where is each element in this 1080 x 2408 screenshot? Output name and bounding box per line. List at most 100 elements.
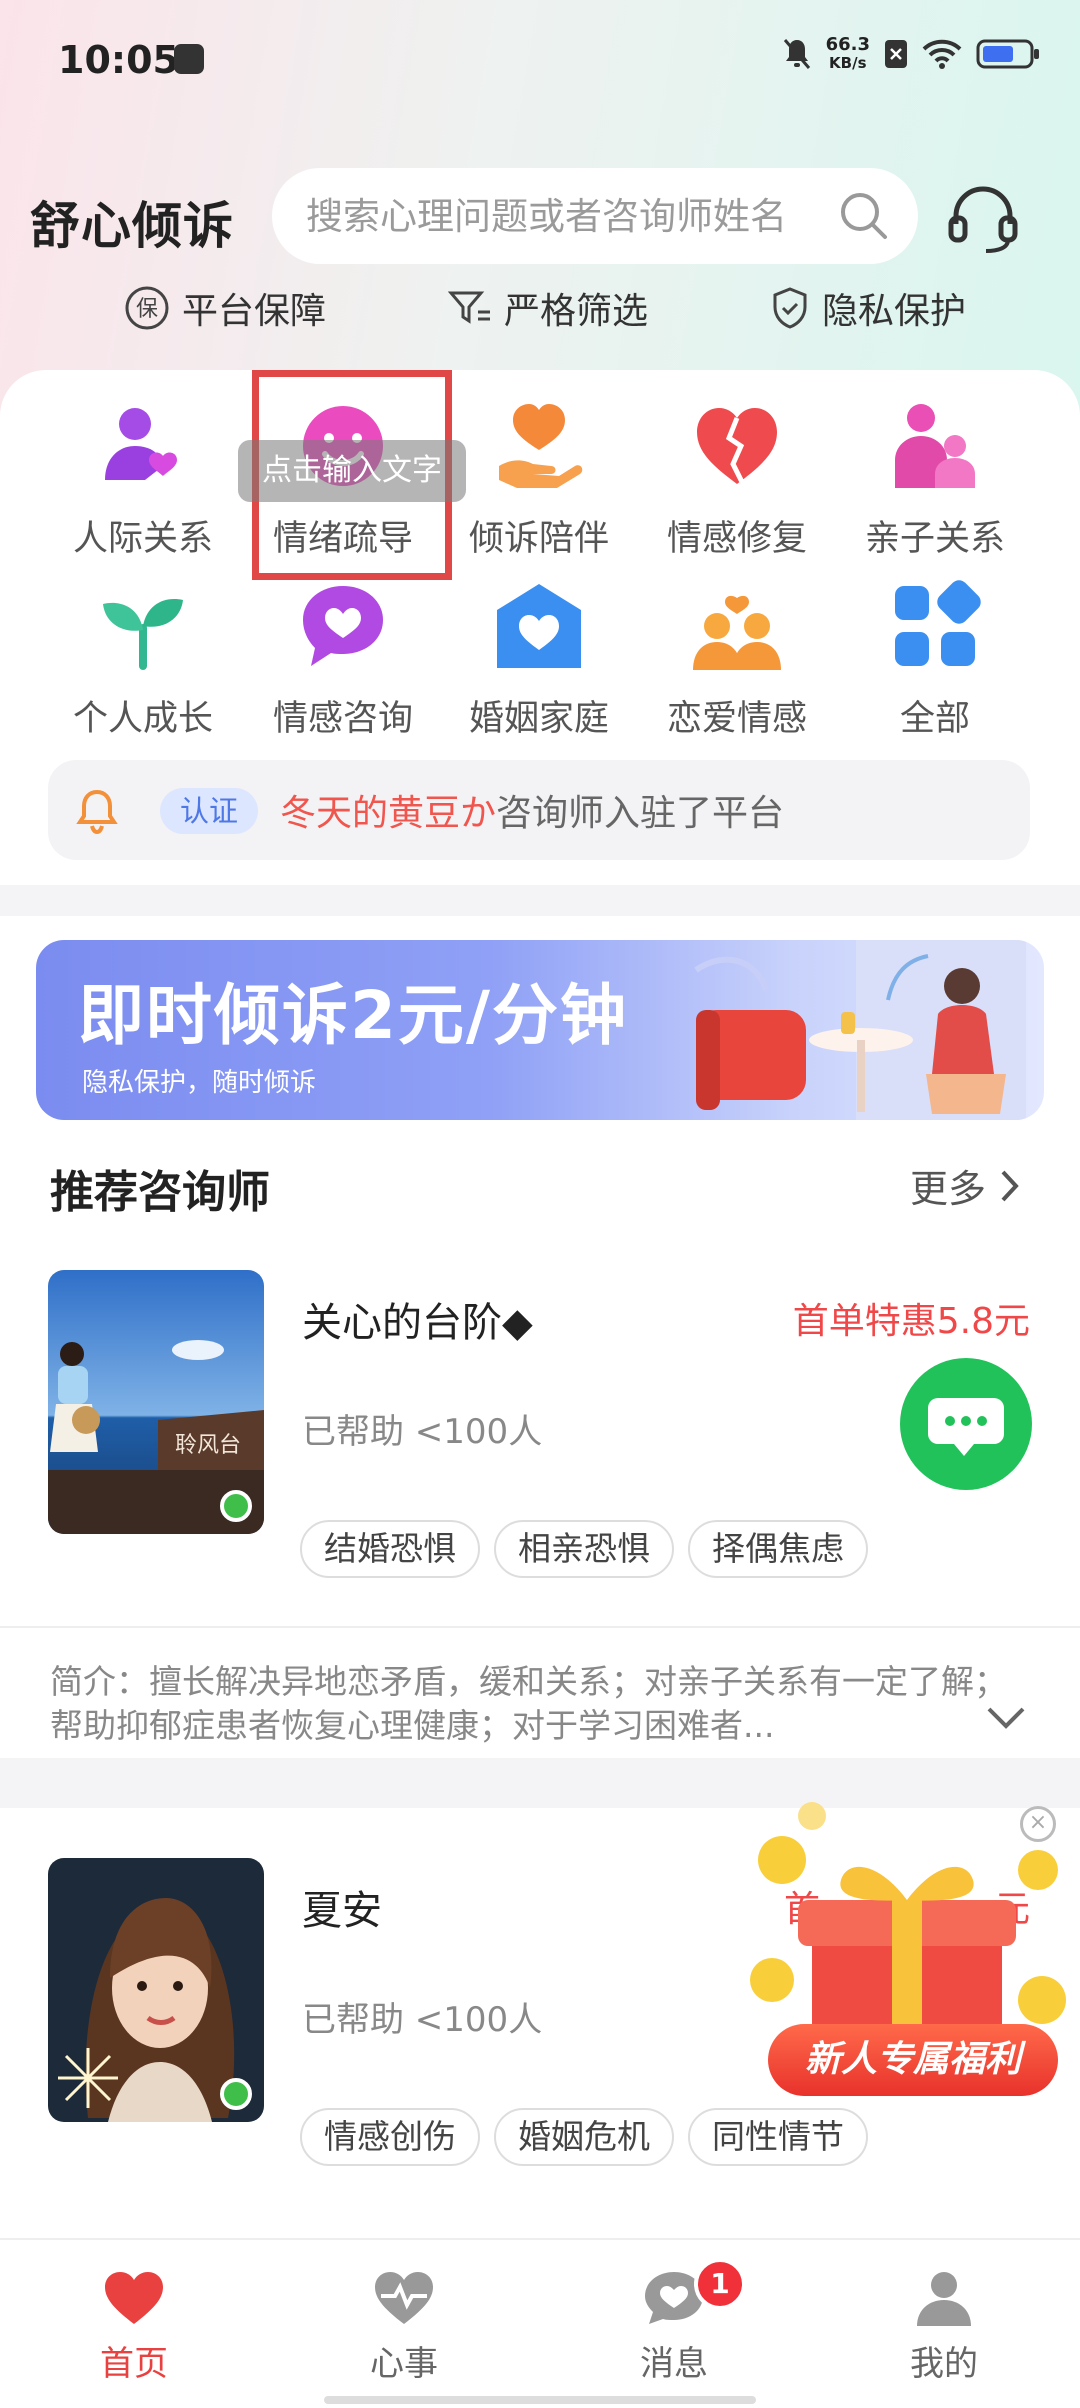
wifi-icon <box>922 39 962 69</box>
customer-service-icon[interactable] <box>946 184 1020 256</box>
card-divider <box>0 1626 1080 1628</box>
category-label: 全部 <box>899 699 970 739</box>
bell-icon <box>76 789 118 834</box>
counselor-tags: 情感创伤 婚姻危机 同性情节 <box>300 2108 868 2166</box>
shield-icon <box>773 287 807 329</box>
new-user-gift-label[interactable]: 新人专属福利 <box>768 2024 1058 2096</box>
status-time: 10:05 <box>58 38 179 82</box>
more-link[interactable]: 更多 <box>910 1158 1020 1213</box>
category-companionship[interactable]: 倾诉陪伴 <box>444 400 634 561</box>
people-heart-icon <box>105 408 177 480</box>
chevron-down-icon[interactable] <box>986 1706 1026 1730</box>
category-label: 情感咨询 <box>272 699 413 739</box>
chevron-right-icon <box>1001 1170 1019 1201</box>
search-input[interactable] <box>306 168 826 264</box>
counselor-intro: 简介：擅长解决异地恋矛盾，缓和关系；对亲子关系有一定了解；帮助抑郁症患者恢复心理… <box>50 1662 1007 1745</box>
person-icon <box>917 2272 971 2326</box>
category-marriage-family[interactable]: 婚姻家庭 <box>444 580 634 741</box>
category-emotional-repair[interactable]: 情感修复 <box>642 400 832 561</box>
category-label: 个人成长 <box>72 699 213 739</box>
net-speed-unit: KB/s <box>829 54 867 72</box>
chat-bubble-icon <box>928 1398 1004 1456</box>
category-interpersonal[interactable]: 人际关系 <box>48 400 238 561</box>
app-screen: 10:05 66.3KB/s 舒心倾诉 保 平台保障 严格筛选 隐私保 <box>0 0 1080 2408</box>
guarantee-badge-icon: 保 <box>125 286 169 330</box>
tab-profile[interactable]: 我的 <box>844 2270 1044 2385</box>
announcement-message: 咨询师入驻了平台 <box>496 793 785 834</box>
specialty-tag: 婚姻危机 <box>494 2108 674 2166</box>
guarantee-filter: 严格筛选 <box>448 282 648 334</box>
specialty-tag: 同性情节 <box>688 2108 868 2166</box>
tab-mind[interactable]: 心事 <box>304 2270 504 2385</box>
category-all[interactable]: 全部 <box>840 580 1030 741</box>
announcement-counselor-name: 冬天的黄豆か <box>280 793 497 834</box>
heart-hand-icon <box>499 404 583 488</box>
counselor-avatar[interactable] <box>48 1858 264 2122</box>
sim-off-icon <box>885 40 907 68</box>
guarantee-label: 隐私保护 <box>822 291 967 332</box>
helped-count: 已帮助 <100人 <box>302 2000 543 2040</box>
certified-badge: 认证 <box>160 788 258 834</box>
guarantee-privacy: 隐私保护 <box>770 282 966 334</box>
input-text-tooltip: 点击输入文字 <box>238 440 466 502</box>
home-indicator[interactable] <box>324 2396 756 2404</box>
banner-subtitle: 隐私保护，随时倾诉 <box>82 1068 317 1098</box>
top-header: 舒心倾诉 <box>0 160 1080 270</box>
counselor-avatar[interactable]: 聆风台 <box>48 1270 264 1534</box>
tab-home[interactable]: 首页 <box>34 2270 234 2385</box>
svg-text:保: 保 <box>136 297 158 322</box>
more-label: 更多 <box>909 1167 986 1211</box>
status-bar: 10:05 66.3 KB/s <box>0 0 1080 120</box>
gift-close-button[interactable]: × <box>1020 1806 1056 1842</box>
filter-icon <box>448 291 490 324</box>
announcement-text: 冬天的黄豆か咨询师入驻了平台 <box>280 784 784 836</box>
heart-icon <box>105 2272 163 2324</box>
recommend-title: 推荐咨询师 <box>50 1167 270 1218</box>
specialty-tag: 择偶焦虑 <box>688 1520 868 1578</box>
heart-chat-icon <box>303 586 383 666</box>
search-icon[interactable] <box>838 190 890 242</box>
heartbeat-icon <box>375 2272 433 2324</box>
tab-label: 心事 <box>370 2344 438 2384</box>
unread-message-badge: 1 <box>694 2258 746 2310</box>
bottom-tab-bar: 首页 心事 消息 我的 <box>0 2238 1080 2408</box>
guarantee-platform: 保 平台保障 <box>124 282 326 334</box>
search-box[interactable] <box>272 168 918 264</box>
banner-title: 即时倾诉2元/分钟 <box>78 977 629 1054</box>
sprout-icon <box>103 599 183 670</box>
specialty-tag: 情感创伤 <box>300 2108 480 2166</box>
category-label: 恋爱情感 <box>666 699 807 739</box>
specialty-tag: 结婚恐惧 <box>300 1520 480 1578</box>
mute-icon <box>783 39 810 69</box>
net-speed: 66.3 KB/s <box>825 34 870 73</box>
category-label: 情感修复 <box>666 519 807 559</box>
promo-banner[interactable]: 即时倾诉2元/分钟 隐私保护，随时倾诉 <box>36 940 1044 1120</box>
tab-label: 首页 <box>100 2344 168 2384</box>
category-label: 婚姻家庭 <box>468 699 609 739</box>
couple-icon <box>693 595 781 670</box>
battery-icon <box>976 39 1039 69</box>
avatar-sign-text: 聆风台 <box>175 1433 241 1458</box>
category-romance[interactable]: 恋爱情感 <box>642 580 832 741</box>
helped-count: 已帮助 <100人 <box>302 1412 543 1452</box>
app-title: 舒心倾诉 <box>30 197 234 255</box>
counselor-name: 夏安 <box>302 1888 382 1934</box>
broken-heart-icon <box>697 408 777 486</box>
category-parent-child[interactable]: 亲子关系 <box>840 400 1030 561</box>
guarantee-label: 严格筛选 <box>504 291 649 332</box>
announcement-bar[interactable]: 认证 冬天的黄豆か咨询师入驻了平台 <box>48 760 1030 860</box>
category-emotional-consult[interactable]: 情感咨询 <box>248 580 438 741</box>
net-speed-value: 66.3 <box>825 34 870 55</box>
category-label: 人际关系 <box>72 519 213 559</box>
category-personal-growth[interactable]: 个人成长 <box>48 580 238 741</box>
tab-label: 消息 <box>640 2344 708 2384</box>
chat-button[interactable] <box>900 1358 1032 1490</box>
grid-icon <box>895 580 981 666</box>
category-label: 倾诉陪伴 <box>468 519 609 559</box>
guarantee-label: 平台保障 <box>182 291 327 332</box>
guarantee-bar: 保 平台保障 严格筛选 隐私保护 <box>0 282 1080 352</box>
banner-illustration <box>694 940 1026 1120</box>
first-order-promo: 首单特惠5.8元 <box>792 1301 1030 1342</box>
status-icons: 66.3 KB/s <box>782 36 1040 72</box>
online-status-dot <box>220 1490 252 1522</box>
